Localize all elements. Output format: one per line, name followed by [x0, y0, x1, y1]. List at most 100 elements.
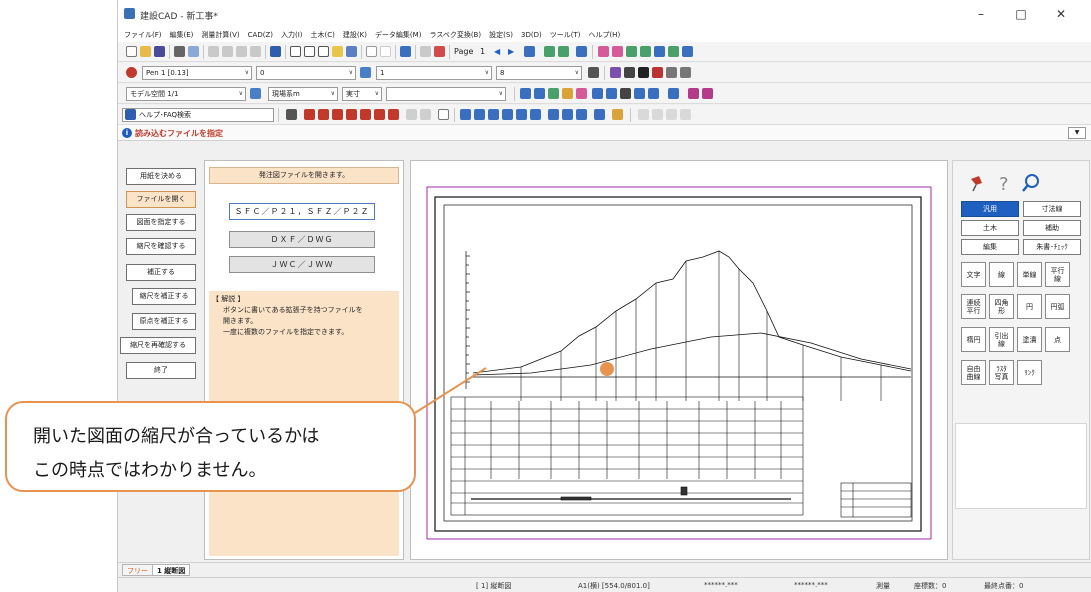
- zoom-icon[interactable]: [290, 46, 301, 57]
- rectangle-button[interactable]: 四角 形: [989, 294, 1014, 319]
- draw-line-icon[interactable]: [304, 109, 315, 120]
- zoom-window-icon[interactable]: [304, 46, 315, 57]
- text-tool-b-icon[interactable]: [624, 67, 635, 78]
- redo-icon[interactable]: [380, 46, 391, 57]
- snap-k-icon[interactable]: [688, 88, 699, 99]
- pen-select[interactable]: Pen 1 [0.13] ∨: [142, 66, 252, 80]
- snap-c-icon[interactable]: [548, 88, 559, 99]
- sheet-icon[interactable]: [544, 46, 555, 57]
- draw-g-icon[interactable]: [388, 109, 399, 120]
- zoom-all-icon[interactable]: [318, 46, 329, 57]
- draw-cross-icon[interactable]: [318, 109, 329, 120]
- display-icon[interactable]: [346, 46, 357, 57]
- menu-tools[interactable]: ツール(T): [546, 28, 585, 42]
- link-button[interactable]: ﾘﾝｸ: [1017, 360, 1042, 385]
- tool-d-icon[interactable]: [640, 46, 651, 57]
- step-recheck-scale[interactable]: 縮尺を再確認する: [120, 337, 196, 354]
- tool-e-icon[interactable]: [654, 46, 665, 57]
- step-specify-drawing[interactable]: 図面を指定する: [126, 214, 196, 231]
- new-file-icon[interactable]: [126, 46, 137, 57]
- tab-profile-1[interactable]: 1 縦断図: [152, 564, 191, 576]
- tab-free[interactable]: フリー: [122, 564, 153, 576]
- menu-help[interactable]: ヘルプ(H): [584, 28, 624, 42]
- drawing-canvas[interactable]: [410, 160, 948, 560]
- layer-settings-icon[interactable]: [360, 67, 371, 78]
- draw-i-icon[interactable]: [420, 109, 431, 120]
- text-size-icon[interactable]: [666, 67, 677, 78]
- pen-color-icon[interactable]: [126, 67, 137, 78]
- snap-h-icon[interactable]: [634, 88, 645, 99]
- text-color-icon[interactable]: [652, 67, 663, 78]
- close-button[interactable]: ✕: [1044, 4, 1078, 24]
- draw-a-icon[interactable]: [286, 109, 297, 120]
- point-button[interactable]: 点: [1045, 327, 1070, 352]
- print-icon[interactable]: [174, 46, 185, 57]
- coord-select[interactable]: 現場系m ∨: [268, 87, 338, 101]
- paste-icon[interactable]: [236, 46, 247, 57]
- prev-page-icon[interactable]: ◀: [494, 46, 500, 57]
- line-button[interactable]: 線: [989, 262, 1014, 287]
- grid-icon[interactable]: [620, 88, 631, 99]
- menu-raster-vector[interactable]: ラスベク変換(B): [425, 28, 485, 42]
- print-preview-icon[interactable]: [188, 46, 199, 57]
- draw-box-icon[interactable]: [332, 109, 343, 120]
- help-search-field[interactable]: ヘルプ･FAQ検索: [122, 108, 274, 122]
- light-icon[interactable]: [332, 46, 343, 57]
- tab-auxiliary[interactable]: 補助: [1023, 220, 1081, 236]
- menu-construction[interactable]: 建設(K): [339, 28, 371, 42]
- draw-e-icon[interactable]: [360, 109, 371, 120]
- text-tool-a-icon[interactable]: [610, 67, 621, 78]
- leader-line-button[interactable]: 引出 線: [989, 327, 1014, 352]
- snap-point-j-icon[interactable]: [594, 109, 605, 120]
- tool-a-icon[interactable]: [598, 46, 609, 57]
- snap-point-k-icon[interactable]: [612, 109, 623, 120]
- tool-g-icon[interactable]: [682, 46, 693, 57]
- fill-button[interactable]: 塗潰: [1017, 327, 1042, 352]
- snap-g-icon[interactable]: [606, 88, 617, 99]
- print-setup-icon[interactable]: [434, 46, 445, 57]
- step-paper[interactable]: 用紙を決める: [126, 168, 196, 185]
- draw-d-icon[interactable]: [346, 109, 357, 120]
- snap-point-e-icon[interactable]: [516, 109, 527, 120]
- maximize-button[interactable]: □: [1004, 4, 1038, 24]
- open-folder-icon[interactable]: [140, 46, 151, 57]
- tab-general[interactable]: 汎用: [961, 201, 1019, 217]
- circle-button[interactable]: 円: [1017, 294, 1042, 319]
- tab-edit[interactable]: 編集: [961, 239, 1019, 255]
- select-pointer-icon[interactable]: [438, 109, 449, 120]
- step-correct-scale[interactable]: 縮尺を補正する: [132, 288, 196, 305]
- tab-civil[interactable]: 土木: [961, 220, 1019, 236]
- copy-icon[interactable]: [222, 46, 233, 57]
- pen-icon[interactable]: [588, 67, 599, 78]
- tab-dimension[interactable]: 寸法線: [1023, 201, 1081, 217]
- linetype-select[interactable]: 1 ∨: [376, 66, 492, 80]
- space-settings-icon[interactable]: [250, 88, 261, 99]
- space-select[interactable]: モデル空間 1/1 ∨: [126, 87, 246, 101]
- snap-point-h-icon[interactable]: [562, 109, 573, 120]
- menu-data-edit[interactable]: データ編集(M): [371, 28, 426, 42]
- next-page-icon[interactable]: ▶: [508, 46, 514, 57]
- tab-redline-check[interactable]: 朱書･ﾁｪｯｸ: [1023, 239, 1081, 255]
- snap-a-icon[interactable]: [520, 88, 531, 99]
- snap-point-i-icon[interactable]: [576, 109, 587, 120]
- snap-point-b-icon[interactable]: [474, 109, 485, 120]
- help-pointer-icon[interactable]: [270, 46, 281, 57]
- menu-civil[interactable]: 土木(C): [307, 28, 339, 42]
- draw-f-icon[interactable]: [374, 109, 385, 120]
- step-correct[interactable]: 補正する: [126, 264, 196, 281]
- snap-j-icon[interactable]: [668, 88, 679, 99]
- dxf-dwg-button[interactable]: ＤＸＦ／ＤＷＧ: [229, 231, 375, 248]
- pin-icon[interactable]: [967, 173, 987, 193]
- question-icon[interactable]: ?: [995, 173, 1015, 193]
- minimize-button[interactable]: –: [964, 4, 998, 24]
- arc-button[interactable]: 円弧: [1045, 294, 1070, 319]
- save-icon[interactable]: [154, 46, 165, 57]
- text-button[interactable]: 文字: [961, 262, 986, 287]
- paste-special-icon[interactable]: [250, 46, 261, 57]
- menu-input[interactable]: 入力(I): [277, 28, 307, 42]
- menu-cad[interactable]: CAD(Z): [244, 28, 277, 42]
- page-menu-icon[interactable]: [524, 46, 535, 57]
- sfc-p21-button[interactable]: ＳＦＣ／Ｐ２１，ＳＦＺ／Ｐ２Ｚ: [229, 203, 375, 220]
- snap-e-icon[interactable]: [576, 88, 587, 99]
- size-select[interactable]: 8 ∨: [496, 66, 582, 80]
